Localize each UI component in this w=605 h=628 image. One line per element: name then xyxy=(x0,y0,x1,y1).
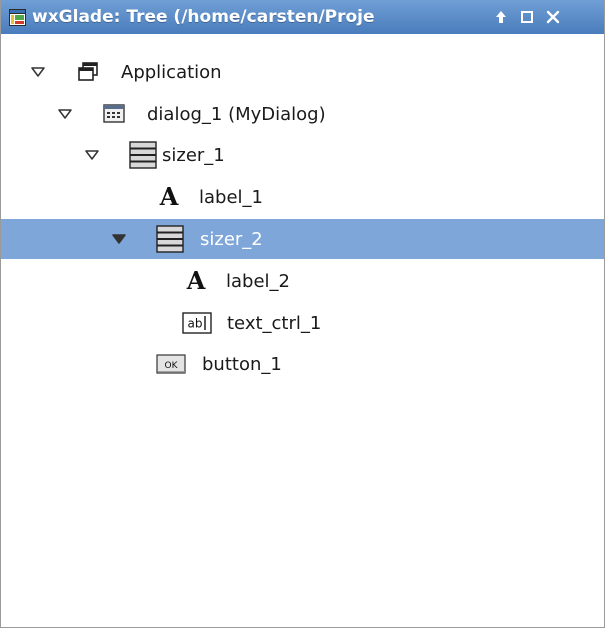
tree-item-label: sizer_1 xyxy=(162,144,225,166)
tree-item-label: button_1 xyxy=(202,353,282,375)
vertical-sizer-icon xyxy=(156,225,184,253)
text-ctrl-icon: ab xyxy=(182,312,212,334)
static-text-icon: A xyxy=(184,268,208,294)
tree-item-application[interactable]: Application xyxy=(1,52,604,92)
tree-item-label-1[interactable]: A label_1 xyxy=(1,177,604,217)
wxglade-app-icon xyxy=(9,8,26,26)
expander-expanded-icon[interactable] xyxy=(85,149,99,161)
keep-above-icon[interactable] xyxy=(492,8,510,26)
tree-item-dialog-1[interactable]: dialog_1 (MyDialog) xyxy=(1,94,604,134)
close-icon[interactable] xyxy=(544,8,562,26)
tree-item-text-ctrl-1[interactable]: ab text_ctrl_1 xyxy=(1,303,604,343)
wxglade-tree-window: wxGlade: Tree (/home/carsten/Projе Appli… xyxy=(0,0,605,628)
title-bar[interactable]: wxGlade: Tree (/home/carsten/Projе xyxy=(1,0,604,34)
tree-item-label: text_ctrl_1 xyxy=(227,312,322,334)
tree-item-label: sizer_2 xyxy=(200,228,263,250)
expander-expanded-icon[interactable] xyxy=(112,233,126,245)
tree-item-label-2[interactable]: A label_2 xyxy=(1,261,604,301)
dialog-icon xyxy=(103,103,125,125)
tree-item-label: dialog_1 (MyDialog) xyxy=(147,103,326,125)
svg-text:A: A xyxy=(159,184,179,210)
window-title: wxGlade: Tree (/home/carsten/Projе xyxy=(32,7,375,27)
tree-item-sizer-1[interactable]: sizer_1 xyxy=(1,135,604,175)
expander-expanded-icon[interactable] xyxy=(31,66,45,78)
vertical-sizer-icon xyxy=(129,141,157,169)
button-icon: OK xyxy=(156,354,186,374)
svg-text:ab: ab xyxy=(188,317,203,331)
static-text-icon: A xyxy=(157,184,181,210)
maximize-icon[interactable] xyxy=(518,8,536,26)
widget-tree[interactable]: Application dialog_1 (MyDialog) sizer_1 … xyxy=(1,34,604,627)
tree-item-label: Application xyxy=(121,61,222,83)
svg-text:OK: OK xyxy=(165,361,179,371)
tree-item-sizer-2[interactable]: sizer_2 xyxy=(1,219,604,259)
application-window-icon xyxy=(77,61,99,83)
tree-item-button-1[interactable]: OK button_1 xyxy=(1,344,604,384)
tree-item-label: label_2 xyxy=(226,270,290,292)
expander-expanded-icon[interactable] xyxy=(58,108,72,120)
svg-text:A: A xyxy=(186,268,206,294)
tree-item-label: label_1 xyxy=(199,186,263,208)
